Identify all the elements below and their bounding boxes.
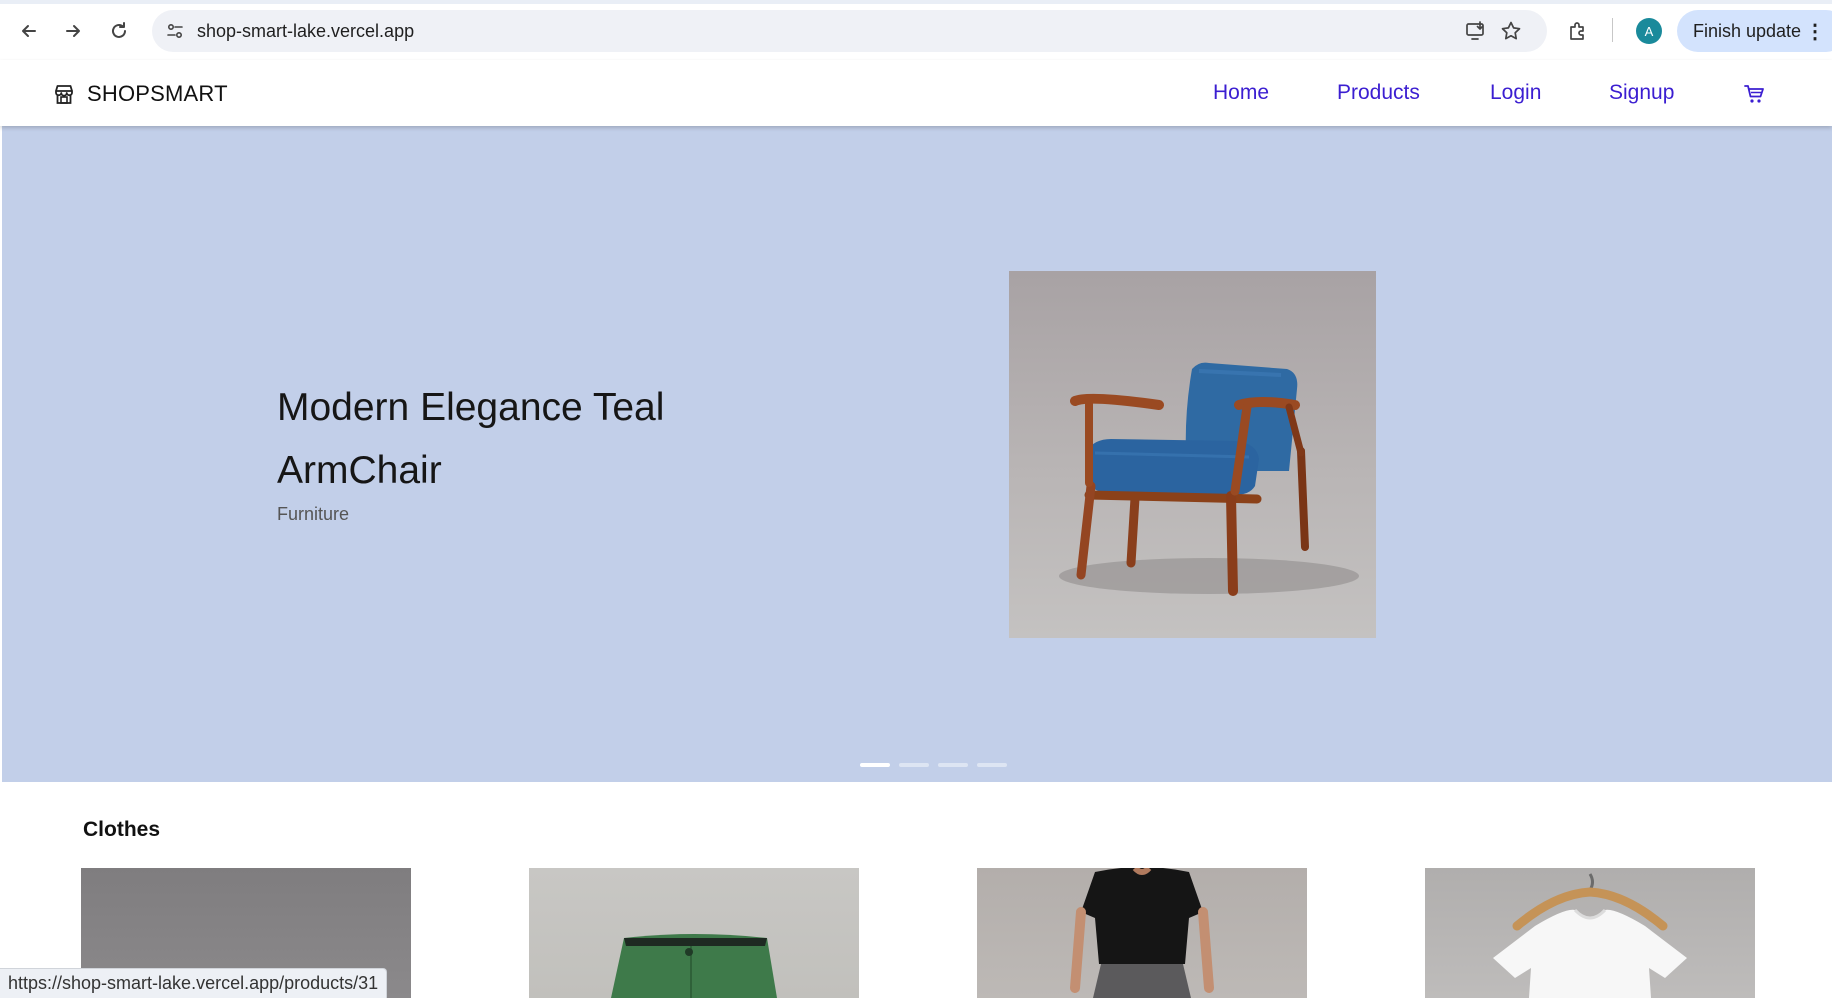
hero-product-category: Furniture — [277, 504, 350, 524]
cart-icon[interactable] — [1741, 81, 1767, 107]
product-card-3[interactable] — [977, 868, 1307, 998]
browser-toolbar: shop-smart-lake.vercel.app A Finish upda… — [0, 0, 1832, 60]
nav-login-link[interactable]: Login — [1490, 81, 1541, 105]
brand-logo[interactable]: SHOPSMART — [52, 81, 228, 107]
toolbar-divider — [1612, 18, 1613, 42]
carousel-dot-4[interactable] — [977, 763, 1007, 767]
profile-avatar[interactable]: A — [1636, 18, 1662, 44]
forward-icon[interactable] — [56, 14, 90, 48]
white-tshirt-hanger-photo — [1493, 873, 1687, 998]
black-tshirt-model-photo — [1070, 868, 1214, 998]
nav-products-link[interactable]: Products — [1337, 81, 1420, 105]
nav-signup-link[interactable]: Signup — [1609, 81, 1674, 105]
carousel-dot-1[interactable] — [860, 763, 890, 767]
back-icon[interactable] — [12, 14, 46, 48]
extensions-icon[interactable] — [1564, 17, 1592, 45]
tab-strip-edge — [0, 0, 1832, 4]
more-menu-icon[interactable]: ⋮ — [1805, 19, 1825, 44]
install-app-icon[interactable] — [1463, 18, 1489, 44]
site-settings-icon[interactable] — [162, 18, 188, 44]
nav-home-link[interactable]: Home — [1213, 81, 1269, 105]
brand-name: SHOPSMART — [87, 81, 228, 106]
finish-update-button[interactable]: Finish update ⋮ — [1677, 10, 1832, 52]
site-header: SHOPSMART Home Products Login Signup — [0, 60, 1832, 126]
armchair-illustration — [1059, 362, 1359, 596]
finish-update-label: Finish update — [1693, 20, 1802, 41]
category-heading: Clothes — [83, 818, 161, 841]
hero-product-title[interactable]: Modern Elegance Teal ArmChair — [277, 376, 797, 502]
address-bar[interactable]: shop-smart-lake.vercel.app — [152, 10, 1547, 52]
carousel-indicators — [860, 763, 1007, 767]
product-card-4[interactable] — [1425, 868, 1755, 998]
hero-product-image[interactable] — [1009, 271, 1376, 638]
link-status-bar: https://shop-smart-lake.vercel.app/produ… — [0, 968, 388, 998]
carousel-dot-3[interactable] — [938, 763, 968, 767]
url-text[interactable]: shop-smart-lake.vercel.app — [197, 21, 414, 42]
carousel-dot-2[interactable] — [899, 763, 929, 767]
hero-carousel[interactable]: Modern Elegance Teal ArmChair Furniture — [2, 126, 1832, 782]
bookmark-star-icon[interactable] — [1498, 18, 1524, 44]
store-icon — [52, 82, 76, 106]
product-card-2[interactable] — [529, 868, 859, 998]
reload-icon[interactable] — [102, 14, 136, 48]
green-pants-photo — [611, 934, 777, 998]
